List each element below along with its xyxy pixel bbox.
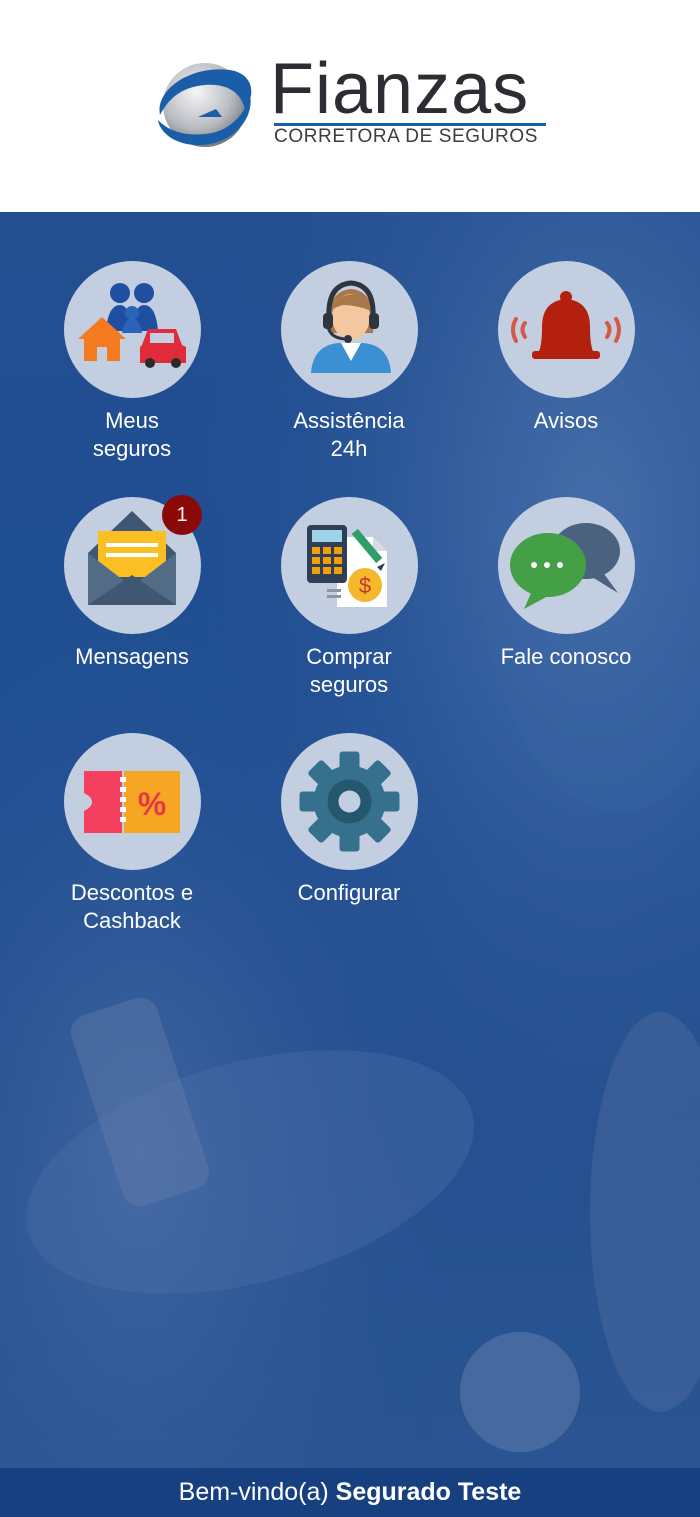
avisos-icon-circle xyxy=(498,261,635,398)
discount-coupon-icon: % xyxy=(84,771,180,833)
home-menu: Meus seguros Assistência 24h Avisos 1 Me… xyxy=(0,212,700,1468)
svg-text:%: % xyxy=(138,786,166,822)
family-house-car-icon xyxy=(78,283,186,368)
app-header: Fianzas CORRETORA DE SEGUROS xyxy=(0,0,700,212)
menu-label-fale-conosco: Fale conosco xyxy=(500,644,632,669)
svg-text:$: $ xyxy=(359,573,371,598)
assistencia-icon-circle xyxy=(281,261,418,398)
chat-bubbles-icon xyxy=(510,523,620,609)
mensagens-unread-badge: 1 xyxy=(162,495,202,535)
bell-icon xyxy=(511,291,621,359)
menu-label-comprar-seguros: Comprar seguros xyxy=(306,644,392,697)
brand-logo: Fianzas CORRETORA DE SEGUROS xyxy=(150,49,560,155)
welcome-greeting: Bem-vindo(a) xyxy=(178,1478,336,1506)
menu-label-configurar: Configurar xyxy=(297,880,401,905)
comprar-icon-circle: $ xyxy=(281,497,418,634)
gear-icon xyxy=(299,751,400,852)
configurar-icon-circle xyxy=(281,733,418,870)
brand-tagline: CORRETORA DE SEGUROS xyxy=(274,126,538,147)
welcome-bar: Bem-vindo(a) Segurado Teste xyxy=(0,1468,700,1517)
menu-label-assistencia-24h: Assistência 24h xyxy=(293,408,405,461)
menu-label-mensagens: Mensagens xyxy=(75,644,189,669)
globe-swoosh-logo-icon xyxy=(158,63,252,147)
fale-conosco-icon-circle xyxy=(498,497,635,634)
menu-label-avisos: Avisos xyxy=(533,408,599,433)
descontos-icon-circle: % xyxy=(64,733,201,870)
calculator-document-icon: $ xyxy=(307,525,387,607)
meus-seguros-icon-circle xyxy=(64,261,201,398)
menu-label-descontos-cashback: Descontos e Cashback xyxy=(70,880,194,933)
brand-name: Fianzas xyxy=(270,49,530,129)
menu-label-meus-seguros: Meus seguros xyxy=(92,408,172,461)
welcome-user-name: Segurado Teste xyxy=(335,1478,522,1506)
support-agent-icon xyxy=(311,280,391,373)
